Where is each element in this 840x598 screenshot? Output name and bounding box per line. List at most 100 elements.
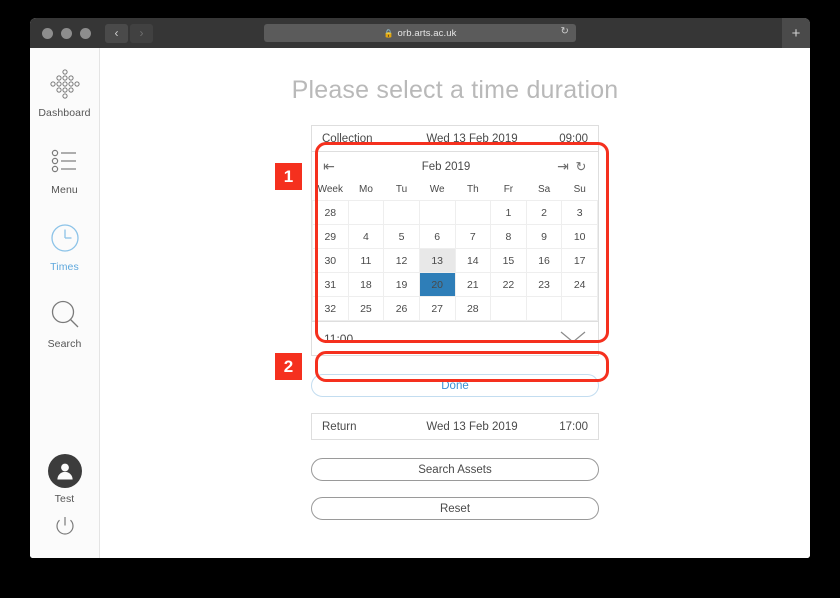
- reload-icon[interactable]: ↻: [561, 26, 569, 37]
- calendar-empty-cell: [383, 200, 420, 225]
- calendar-col-header: Sa: [537, 184, 551, 195]
- calendar-day-cell[interactable]: 27: [418, 296, 456, 321]
- calendar-week-row: 32 25 26 27 28: [312, 296, 598, 321]
- magnifier-icon: [48, 295, 82, 335]
- calendar-day-cell[interactable]: 26: [383, 296, 420, 321]
- calendar-day-today[interactable]: 13: [418, 248, 456, 273]
- forward-button[interactable]: ›: [130, 23, 153, 43]
- calendar-week-number: 28: [312, 200, 349, 225]
- sidebar-item-search[interactable]: Search: [30, 295, 99, 350]
- sidebar-item-menu[interactable]: Menu: [30, 141, 99, 196]
- return-time: 17:00: [559, 420, 588, 433]
- calendar-day-selected[interactable]: 20: [418, 272, 456, 297]
- refresh-icon[interactable]: ↻: [572, 159, 590, 175]
- skip-next-icon[interactable]: ⇥: [554, 158, 572, 175]
- navigation-buttons: ‹ ›: [105, 23, 153, 43]
- sidebar: Dashboard Menu Times Search Test: [30, 48, 100, 558]
- user-name-label: Test: [54, 493, 75, 505]
- done-button[interactable]: Done: [311, 374, 599, 397]
- main-content: Please select a time duration Collection…: [100, 48, 810, 558]
- calendar-week-row: 30 11 12 13 14 15 16 17: [312, 248, 598, 273]
- sidebar-item-label: Search: [47, 338, 82, 350]
- calendar-day-cell[interactable]: 12: [383, 248, 420, 273]
- calendar-col-header: Su: [573, 184, 586, 195]
- reset-button-label: Reset: [439, 502, 471, 515]
- traffic-lights: [42, 27, 91, 39]
- calendar-day-cell[interactable]: 24: [561, 272, 598, 297]
- list-menu-icon: [49, 141, 81, 181]
- calendar-day-cell[interactable]: 25: [347, 296, 385, 321]
- person-avatar-icon: [56, 463, 73, 480]
- calendar-day-cell[interactable]: 18: [347, 272, 385, 297]
- sidebar-item-label: Times: [50, 261, 79, 273]
- back-button[interactable]: ‹: [105, 23, 128, 43]
- calendar-day-cell[interactable]: 5: [383, 224, 420, 249]
- calendar-col-header: Tu: [395, 184, 408, 195]
- calendar-day-cell[interactable]: 15: [490, 248, 527, 273]
- time-select-value: 11:00: [324, 331, 354, 346]
- lock-icon: 🔒: [383, 28, 394, 38]
- minimize-window-button[interactable]: [61, 27, 72, 39]
- calendar-day-cell[interactable]: 23: [525, 272, 563, 297]
- calendar-day-cell[interactable]: 1: [490, 200, 527, 225]
- annotation-badge-1: 1: [275, 163, 302, 190]
- calendar-day-cell[interactable]: 11: [347, 248, 385, 273]
- sidebar-item-times[interactable]: Times: [30, 218, 99, 273]
- new-tab-button[interactable]: +: [782, 18, 810, 48]
- calendar-day-cell[interactable]: 28: [454, 296, 492, 321]
- calendar-empty-cell: [525, 296, 563, 321]
- search-assets-label: Search Assets: [418, 463, 492, 476]
- power-icon[interactable]: [52, 513, 78, 544]
- avatar[interactable]: [47, 454, 82, 488]
- reset-button[interactable]: Reset: [311, 497, 599, 520]
- annotation-badge-2: 2: [275, 353, 302, 380]
- annotation-badge-2-number: 2: [283, 356, 294, 376]
- calendar-col-header: We: [429, 184, 445, 195]
- return-row[interactable]: Return Wed 13 Feb 2019 17:00: [311, 413, 599, 440]
- calendar-day-cell[interactable]: 10: [561, 224, 598, 249]
- calendar-col-header: Week: [317, 184, 343, 195]
- calendar-month-label: Feb 2019: [421, 160, 471, 173]
- calendar-col-header: Th: [466, 184, 479, 195]
- calendar-day-cell[interactable]: 2: [525, 200, 563, 225]
- calendar-day-cell[interactable]: 17: [561, 248, 598, 273]
- page-title: Please select a time duration: [291, 76, 619, 104]
- calendar-day-cell[interactable]: 9: [525, 224, 563, 249]
- return-date: Wed 13 Feb 2019: [426, 420, 518, 433]
- time-select[interactable]: 11:00: [311, 322, 599, 356]
- collection-row[interactable]: Collection Wed 13 Feb 2019 09:00: [311, 125, 599, 152]
- calendar-day-cell[interactable]: 8: [490, 224, 527, 249]
- browser-window: ‹ › 🔒 orb.arts.ac.uk ↻ + Dashboard Menu …: [30, 18, 810, 558]
- chevron-down-icon: [560, 331, 586, 347]
- plus-icon: +: [791, 24, 801, 42]
- calendar: ⇤ Feb 2019 ⇥ ↻ Week Mo Tu We Th Fr Sa Su 28 1 2 3 2…: [311, 152, 599, 322]
- calendar-day-cell[interactable]: 3: [561, 200, 598, 225]
- calendar-empty-cell: [347, 200, 385, 225]
- skip-previous-icon[interactable]: ⇤: [320, 158, 338, 175]
- browser-titlebar: ‹ › 🔒 orb.arts.ac.uk ↻ +: [30, 18, 810, 48]
- calendar-day-cell[interactable]: 14: [454, 248, 492, 273]
- clock-icon: [48, 218, 82, 258]
- calendar-header: ⇤ Feb 2019 ⇥ ↻: [312, 152, 598, 181]
- calendar-col-header: Mo: [358, 184, 373, 195]
- return-label: Return: [322, 420, 357, 433]
- calendar-week-number: 30: [312, 248, 349, 273]
- close-window-button[interactable]: [42, 27, 53, 39]
- calendar-empty-cell: [418, 200, 456, 225]
- chevron-right-icon: ›: [139, 26, 144, 40]
- address-bar[interactable]: 🔒 orb.arts.ac.uk ↻: [264, 24, 576, 42]
- calendar-day-cell[interactable]: 22: [490, 272, 527, 297]
- calendar-day-cell[interactable]: 16: [525, 248, 563, 273]
- calendar-day-cell[interactable]: 6: [418, 224, 456, 249]
- calendar-day-cell[interactable]: 7: [454, 224, 492, 249]
- url-text: orb.arts.ac.uk: [397, 27, 457, 39]
- maximize-window-button[interactable]: [80, 27, 91, 39]
- calendar-day-cell[interactable]: 21: [454, 272, 492, 297]
- sidebar-item-dashboard[interactable]: Dashboard: [30, 64, 99, 119]
- calendar-week-row: 31 18 19 20 21 22 23 24: [312, 272, 598, 297]
- calendar-day-cell[interactable]: 4: [347, 224, 385, 249]
- calendar-day-cell[interactable]: 19: [383, 272, 420, 297]
- calendar-empty-cell: [490, 296, 527, 321]
- search-assets-button[interactable]: Search Assets: [311, 458, 599, 481]
- calendar-week-number: 31: [312, 272, 349, 297]
